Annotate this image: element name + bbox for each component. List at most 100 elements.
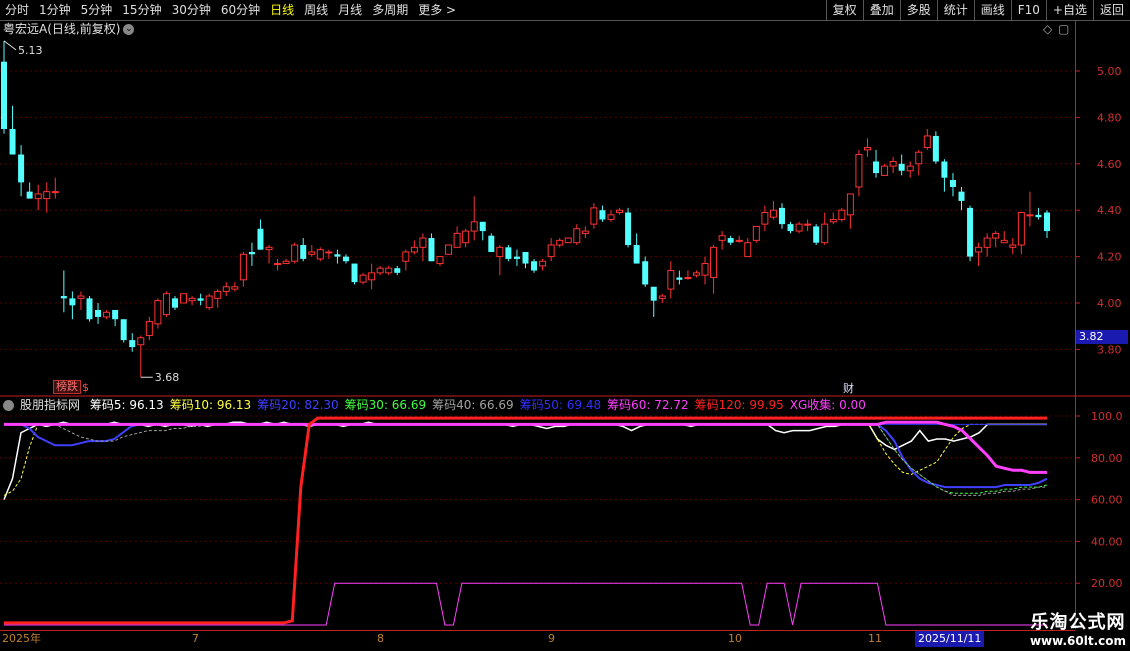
candle-body — [51, 191, 59, 194]
candle-body — [188, 297, 196, 302]
candle-body — [316, 249, 324, 260]
signal-s-badge[interactable]: $ — [82, 381, 89, 394]
candle-body — [932, 135, 939, 162]
high-label: 5.13 — [18, 44, 43, 57]
indicator-menu-icon[interactable] — [3, 400, 14, 411]
candle-body — [650, 286, 657, 301]
candle-body — [505, 247, 512, 259]
candle-body — [838, 209, 846, 220]
candle-body — [923, 135, 931, 149]
candle-body — [949, 180, 956, 187]
finance-badge[interactable]: 财 — [843, 380, 854, 396]
candle-body — [941, 161, 948, 178]
candle-body — [821, 223, 829, 244]
candle-body — [239, 253, 247, 281]
candle-body — [428, 238, 435, 262]
candle-body — [787, 224, 794, 232]
candle-body — [642, 261, 649, 285]
candle-body — [522, 251, 529, 264]
candle-body — [394, 268, 401, 273]
chart-canvas: 5.004.804.604.404.204.003.805.133.68100.… — [0, 40, 1130, 626]
candle-body — [633, 245, 640, 264]
candle-body — [120, 319, 127, 341]
candle-body — [410, 246, 418, 253]
candle-body — [60, 296, 67, 299]
indicator-value-7: 筹码120: 99.95 — [694, 398, 784, 412]
candle-body — [103, 311, 111, 318]
candle-body — [813, 226, 820, 243]
candle-body — [26, 191, 33, 199]
candle-body — [257, 228, 264, 250]
candle-body — [69, 298, 76, 306]
candle-body — [752, 225, 760, 241]
candle-body — [769, 209, 777, 218]
signal-badge[interactable]: 榜跌 — [53, 380, 81, 394]
candle-body — [564, 237, 572, 244]
candle-body — [539, 260, 547, 267]
candle-body — [676, 277, 683, 280]
candle-body — [308, 251, 316, 255]
date-label-2: 8 — [377, 632, 384, 645]
date-label-0: 2025年 — [2, 632, 41, 645]
candle-body — [744, 242, 752, 258]
indicator-series-line — [4, 423, 1048, 494]
candle-body — [983, 237, 991, 248]
indicator-value-5: 筹码50: 69.48 — [519, 398, 602, 412]
candle-body — [462, 230, 470, 244]
candle-body — [855, 154, 863, 188]
candle-body — [958, 191, 965, 201]
candle-body — [581, 230, 589, 234]
watermark: 乐淘公式网 www.60lt.com — [1030, 608, 1126, 648]
candle-body — [385, 267, 393, 274]
candle-body — [171, 298, 178, 308]
candle-body — [863, 147, 871, 151]
date-axis: 2025年 7 8 9 10 11 2025/11/11 — [0, 630, 1075, 651]
candle-body — [1017, 212, 1025, 246]
candle-body — [274, 263, 282, 266]
high-pointer — [3, 40, 17, 51]
candle-body — [9, 129, 16, 155]
candle-body — [291, 244, 299, 262]
candle-body — [829, 218, 837, 223]
date-label-6: 2025/11/11 — [915, 631, 985, 647]
candle-body — [34, 193, 42, 200]
indicator-value-2: 筹码20: 82.30 — [257, 398, 339, 412]
candle-body — [162, 293, 170, 316]
date-label-5: 11 — [868, 632, 882, 645]
candle-body — [710, 246, 718, 278]
candle-body — [573, 228, 581, 244]
watermark-title: 乐淘公式网 — [1030, 612, 1126, 633]
indicator-value-6: 筹码60: 72.72 — [607, 398, 689, 412]
candle-body — [214, 290, 222, 299]
candle-body — [778, 207, 785, 225]
candle-body — [376, 267, 384, 274]
indicator-name: 股朋指标网 — [20, 398, 81, 412]
indicator-legend[interactable]: 股朋指标网 筹码5: 96.13 筹码10: 96.13 筹码20: 82.30 筹码… — [3, 397, 872, 413]
candle-body — [795, 223, 803, 232]
candle-body — [590, 207, 598, 225]
low-label: 3.68 — [155, 371, 180, 384]
candle-body — [531, 261, 538, 271]
candle-body — [1035, 214, 1042, 218]
candle-body — [915, 151, 923, 165]
candle-body — [300, 245, 307, 259]
candle-body — [898, 163, 905, 171]
candle-body — [599, 210, 606, 220]
candle-body — [453, 232, 461, 248]
candle-body — [556, 239, 564, 246]
candle-body — [667, 270, 675, 290]
candle-body — [77, 295, 85, 299]
candle-body — [1, 61, 7, 129]
candle-body — [488, 235, 495, 252]
candle-body — [889, 160, 897, 167]
watermark-url: www.60lt.com — [1029, 634, 1126, 648]
candle-body — [137, 337, 145, 346]
candle-body — [342, 256, 349, 262]
candle-body — [1009, 244, 1017, 248]
candle-body — [479, 221, 486, 232]
candle-body — [513, 256, 520, 259]
candle-body — [445, 244, 453, 255]
candle-body — [992, 232, 1000, 239]
candle-body — [906, 165, 914, 172]
date-label-3: 9 — [548, 632, 555, 645]
